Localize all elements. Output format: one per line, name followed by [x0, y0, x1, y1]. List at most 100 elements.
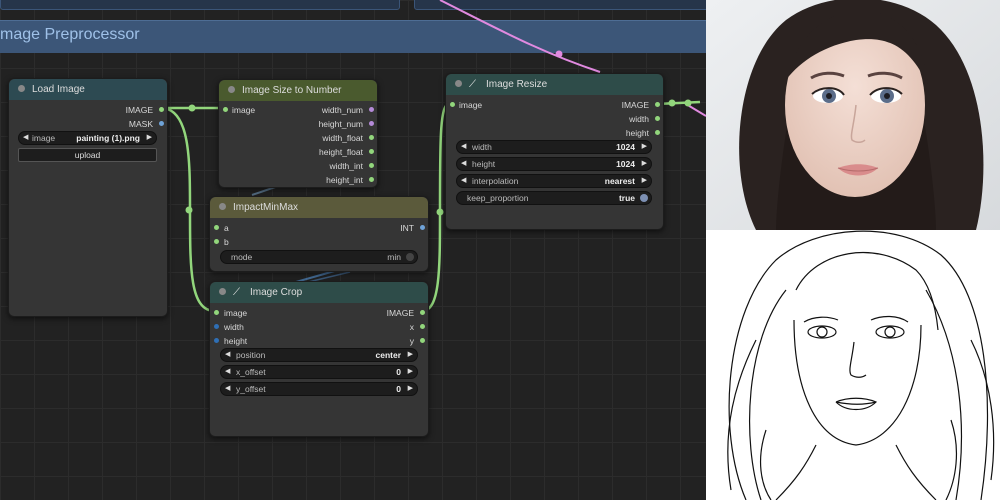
- output-label: MASK: [128, 119, 153, 129]
- left-arrow-icon[interactable]: ◀: [461, 141, 466, 153]
- right-arrow-icon[interactable]: ▶: [408, 366, 413, 378]
- widget-label: height: [472, 159, 496, 169]
- output-label: width: [629, 114, 649, 124]
- node-status-dot[interactable]: [219, 202, 226, 210]
- x-offset-widget[interactable]: ◀ x_offset 0 ▶: [220, 365, 418, 379]
- impact-minmax-node[interactable]: ImpactMinMax a b INT mode min: [209, 196, 429, 272]
- input-pin[interactable]: [450, 102, 455, 107]
- node-status-dot[interactable]: [455, 79, 462, 87]
- output-label: height_float: [319, 147, 363, 157]
- output-label: height: [625, 128, 649, 138]
- right-arrow-icon[interactable]: ▶: [147, 132, 152, 144]
- keep-proportion-toggle[interactable]: keep_proportion true: [456, 191, 652, 205]
- load-image-header[interactable]: Load Image: [9, 79, 167, 100]
- node-status-dot[interactable]: [219, 287, 226, 295]
- output-label: width_float: [322, 133, 363, 143]
- output-pin[interactable]: [159, 107, 164, 112]
- left-arrow-icon[interactable]: ◀: [461, 175, 466, 187]
- image-size-node[interactable]: Image Size to Number image width_num hei…: [218, 79, 378, 188]
- widget-value: min: [387, 252, 401, 262]
- input-pin[interactable]: [214, 239, 219, 244]
- input-pin[interactable]: [214, 338, 219, 343]
- widget-label: keep_proportion: [467, 193, 529, 203]
- output-label: x: [409, 322, 414, 332]
- input-label: image: [224, 308, 248, 318]
- input-pin[interactable]: [214, 324, 219, 329]
- output-label: INT: [400, 223, 414, 233]
- node-graph-canvas[interactable]: mage Preprocessor Load Image IMAGE MASK …: [0, 0, 706, 500]
- output-label: IMAGE: [386, 308, 414, 318]
- node-title: Load Image: [32, 84, 85, 95]
- height-widget[interactable]: ◀ height 1024 ▶: [456, 157, 652, 171]
- output-pin[interactable]: [655, 116, 660, 121]
- output-pin[interactable]: [420, 338, 425, 343]
- load-image-node[interactable]: Load Image IMAGE MASK ◀ image painting (…: [8, 78, 168, 317]
- output-pin[interactable]: [369, 107, 374, 112]
- input-pin[interactable]: [223, 107, 228, 112]
- image-resize-header[interactable]: ⟋ Image Resize: [446, 74, 663, 95]
- right-arrow-icon[interactable]: ▶: [642, 175, 647, 187]
- widget-label: mode: [231, 252, 253, 262]
- image-combo-widget[interactable]: ◀ image painting (1).png ▶: [18, 131, 157, 145]
- left-arrow-icon[interactable]: ◀: [461, 158, 466, 170]
- toggle-icon[interactable]: [640, 194, 648, 202]
- output-pin[interactable]: [420, 225, 425, 230]
- group-header[interactable]: mage Preprocessor: [0, 20, 706, 53]
- widget-value: 1024: [616, 142, 635, 152]
- upload-button[interactable]: upload: [18, 148, 157, 162]
- output-label: width_int: [329, 161, 363, 171]
- left-arrow-icon[interactable]: ◀: [225, 349, 230, 361]
- wire-reroute-dot: [436, 208, 444, 216]
- toggle-icon[interactable]: [406, 253, 414, 261]
- interpolation-widget[interactable]: ◀ interpolation nearest ▶: [456, 174, 652, 188]
- widget-label: y_offset: [236, 384, 266, 394]
- wand-icon: ⟋: [233, 287, 240, 298]
- output-pin[interactable]: [420, 324, 425, 329]
- image-size-header[interactable]: Image Size to Number: [219, 80, 377, 101]
- position-widget[interactable]: ◀ position center ▶: [220, 348, 418, 362]
- wire-reroute-dot: [188, 104, 196, 112]
- mode-toggle-widget[interactable]: mode min: [220, 250, 418, 264]
- output-pin[interactable]: [159, 121, 164, 126]
- output-pin[interactable]: [369, 163, 374, 168]
- right-arrow-icon[interactable]: ▶: [642, 141, 647, 153]
- output-pin[interactable]: [369, 177, 374, 182]
- lineart-sketch: [706, 230, 1000, 500]
- output-pin[interactable]: [369, 135, 374, 140]
- left-arrow-icon[interactable]: ◀: [225, 383, 230, 395]
- wire-load-to-crop: [160, 106, 216, 313]
- node-status-dot[interactable]: [18, 84, 25, 92]
- node-status-dot[interactable]: [228, 85, 235, 93]
- group-title: mage Preprocessor: [0, 26, 140, 43]
- minmax-header[interactable]: ImpactMinMax: [210, 197, 428, 218]
- wire-reroute-dot: [684, 99, 692, 107]
- left-arrow-icon[interactable]: ◀: [225, 366, 230, 378]
- image-crop-header[interactable]: ⟋ Image Crop: [210, 282, 428, 303]
- portrait-photo: [706, 0, 1000, 230]
- right-arrow-icon[interactable]: ▶: [642, 158, 647, 170]
- image-resize-node[interactable]: ⟋ Image Resize image IMAGE width height ◀…: [445, 73, 664, 230]
- input-label: image: [459, 100, 483, 110]
- output-pin[interactable]: [420, 310, 425, 315]
- output-pin[interactable]: [655, 102, 660, 107]
- widget-value: 0: [396, 367, 401, 377]
- output-pin[interactable]: [369, 121, 374, 126]
- width-widget[interactable]: ◀ width 1024 ▶: [456, 140, 652, 154]
- input-pin[interactable]: [214, 225, 219, 230]
- wand-icon: ⟋: [469, 79, 476, 90]
- output-label: height_int: [326, 175, 363, 185]
- output-pin[interactable]: [655, 130, 660, 135]
- input-pin[interactable]: [214, 310, 219, 315]
- right-arrow-icon[interactable]: ▶: [408, 383, 413, 395]
- y-offset-widget[interactable]: ◀ y_offset 0 ▶: [220, 382, 418, 396]
- output-label: IMAGE: [621, 100, 649, 110]
- top-group-box-right: [414, 0, 706, 10]
- output-pin[interactable]: [369, 149, 374, 154]
- input-label: width: [224, 322, 244, 332]
- output-label: width_num: [321, 105, 363, 115]
- image-crop-node[interactable]: ⟋ Image Crop image width height IMAGE x y…: [209, 281, 429, 437]
- left-arrow-icon[interactable]: ◀: [23, 132, 28, 144]
- right-arrow-icon[interactable]: ▶: [408, 349, 413, 361]
- output-label: height_num: [318, 119, 363, 129]
- widget-label: interpolation: [472, 176, 519, 186]
